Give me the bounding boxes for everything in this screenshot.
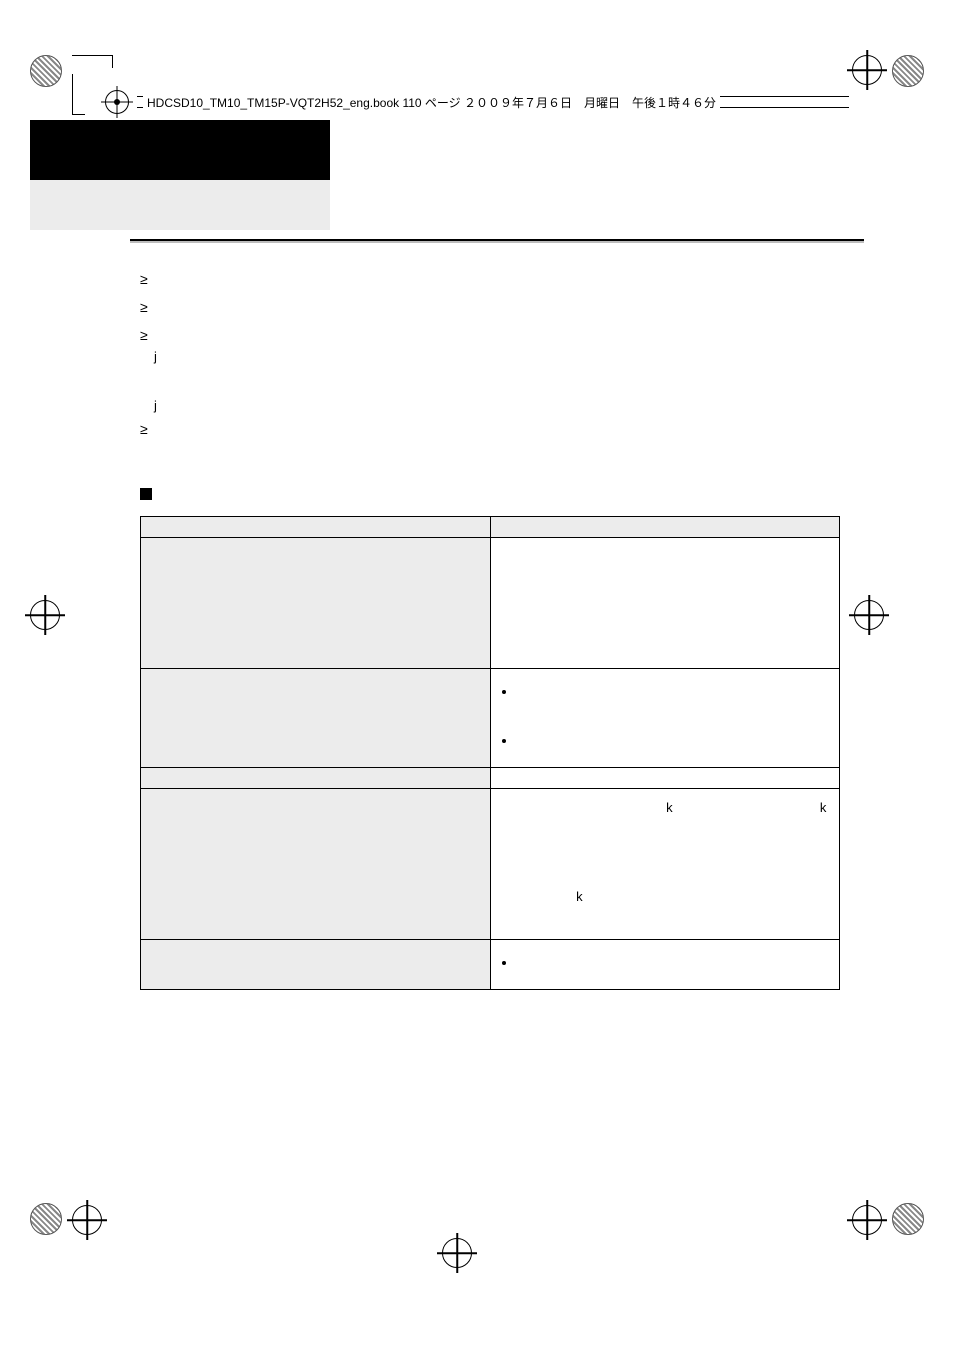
spec-row-label xyxy=(141,788,491,939)
dash-icon: j xyxy=(154,348,168,367)
hatched-circle-icon xyxy=(892,55,924,87)
target-icon xyxy=(854,600,884,630)
spec-row-value xyxy=(490,939,840,989)
target-icon xyxy=(30,600,60,630)
spec-row-bullet xyxy=(517,683,828,702)
target-icon xyxy=(72,1205,102,1235)
spec-row-label xyxy=(141,767,491,788)
spec-row-value xyxy=(490,538,840,669)
bullet-icon: ≥ xyxy=(140,328,154,342)
section-header-dark xyxy=(30,120,330,180)
target-icon xyxy=(852,1205,882,1235)
print-registration-mark-bottom-center xyxy=(442,1238,512,1308)
print-registration-mark-bl xyxy=(30,1203,120,1293)
spec-row-label xyxy=(141,517,491,538)
hatched-circle-icon xyxy=(30,55,62,87)
hatched-circle-icon xyxy=(30,1203,62,1235)
print-registration-mark-right xyxy=(854,600,924,670)
spec-row-label xyxy=(141,939,491,989)
print-registration-mark-br xyxy=(834,1203,924,1293)
dash-icon: j xyxy=(154,397,168,416)
spec-row-value: k k k xyxy=(490,788,840,939)
intro-bullet-list: ≥ ≥ ≥ j j ≥ xyxy=(140,272,844,442)
target-icon xyxy=(852,55,882,85)
bullet-icon: ≥ xyxy=(140,272,154,286)
spec-table: k k k xyxy=(140,516,840,990)
multiply-icon: k xyxy=(576,889,583,904)
square-bullet-icon xyxy=(140,488,152,500)
spec-row-value xyxy=(490,767,840,788)
bullet-icon: ≥ xyxy=(140,422,154,436)
hatched-circle-icon xyxy=(892,1203,924,1235)
spec-row-label xyxy=(141,538,491,669)
spec-row-value xyxy=(490,669,840,768)
running-head: HDCSD10_TM10_TM15P-VQT2H52_eng.book 110 … xyxy=(105,82,849,122)
subsection-heading xyxy=(140,488,160,500)
section-header-light xyxy=(30,180,330,230)
target-icon xyxy=(105,90,129,114)
spec-row-bullet xyxy=(517,732,828,751)
print-registration-mark-left xyxy=(30,600,100,670)
multiply-icon: k xyxy=(820,800,827,815)
spec-row-label xyxy=(141,669,491,768)
spec-row-bullet xyxy=(517,954,828,973)
target-icon xyxy=(442,1238,472,1268)
horizontal-rule xyxy=(130,239,864,243)
bullet-icon: ≥ xyxy=(140,300,154,314)
spec-row-value xyxy=(490,517,840,538)
multiply-icon: k xyxy=(666,800,673,815)
running-head-text: HDCSD10_TM10_TM15P-VQT2H52_eng.book 110 … xyxy=(143,94,720,111)
